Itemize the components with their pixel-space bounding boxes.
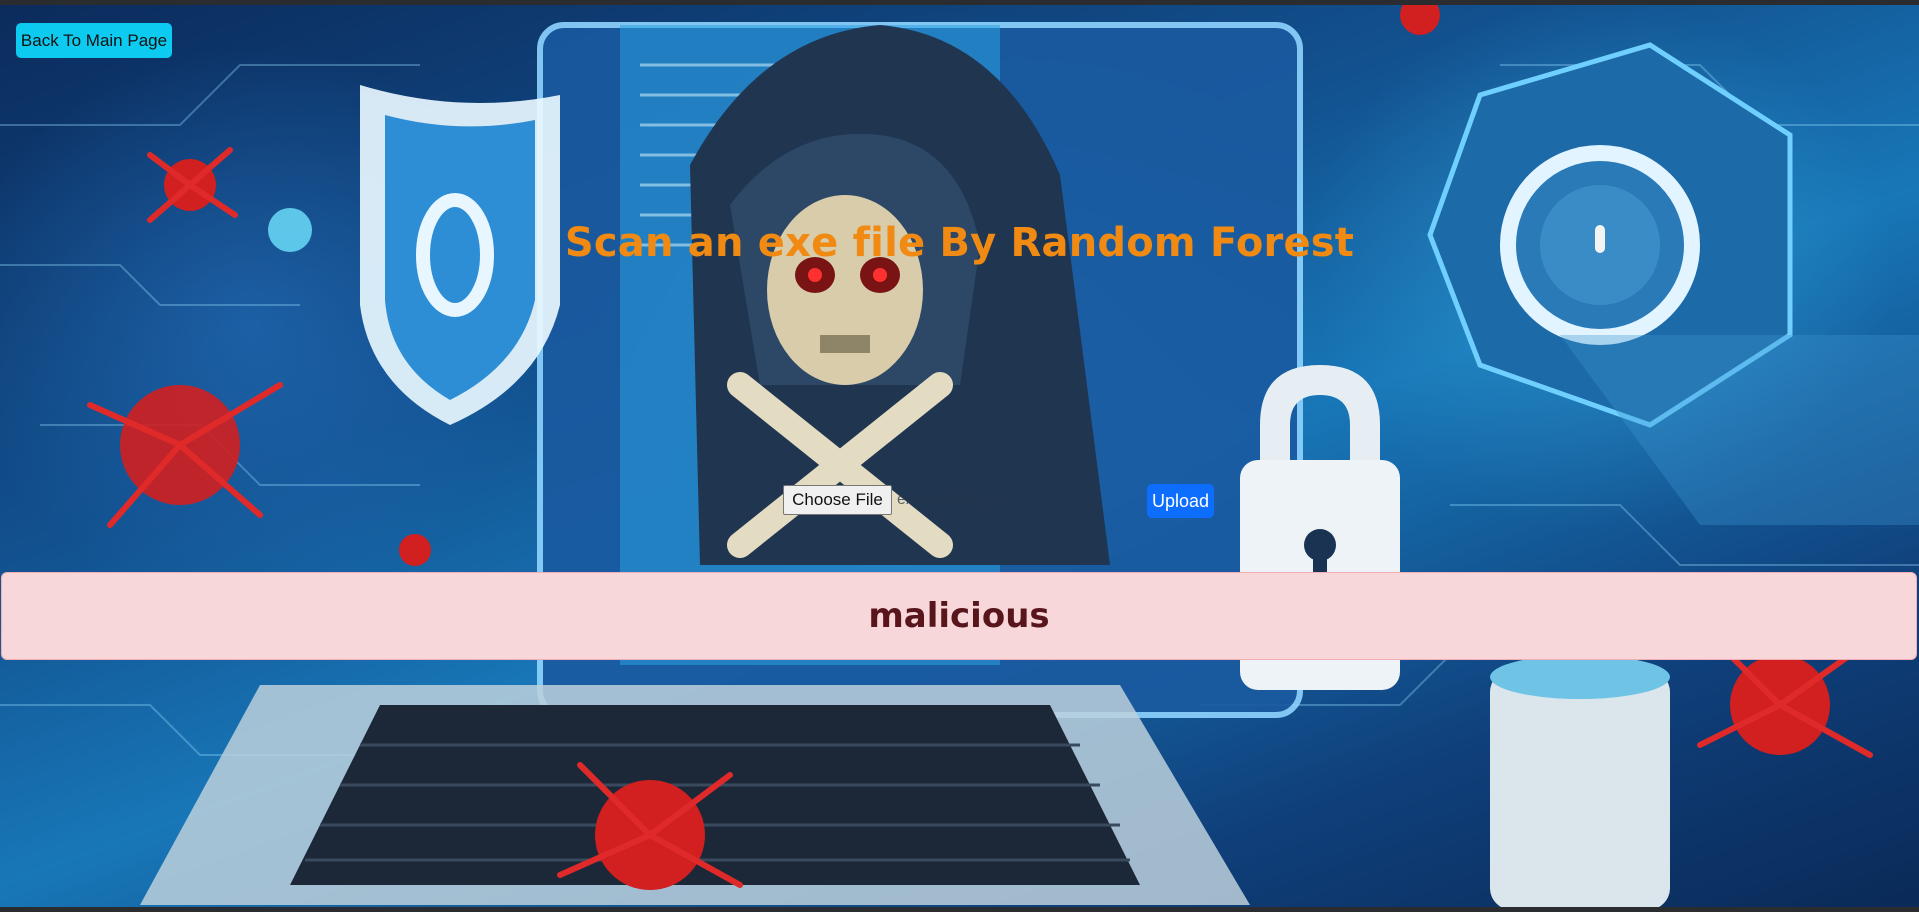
laptop-icon bbox=[140, 685, 1250, 905]
scan-result-alert: malicious bbox=[1, 572, 1917, 660]
choose-file-button[interactable]: Choose File bbox=[783, 485, 892, 515]
scan-result-label: malicious bbox=[868, 596, 1050, 636]
selected-file-name: exepacked_j... bbox=[897, 491, 1001, 508]
upload-form: Choose File exepacked_j... Upload bbox=[783, 482, 1215, 522]
page-title: Scan an exe file By Random Forest bbox=[564, 220, 1355, 266]
back-to-main-page-button[interactable]: Back To Main Page bbox=[16, 23, 172, 58]
window-bottom-strip bbox=[0, 907, 1919, 912]
container-icon bbox=[1490, 670, 1670, 907]
upload-button[interactable]: Upload bbox=[1147, 484, 1214, 518]
background-illustration bbox=[0, 5, 1919, 907]
